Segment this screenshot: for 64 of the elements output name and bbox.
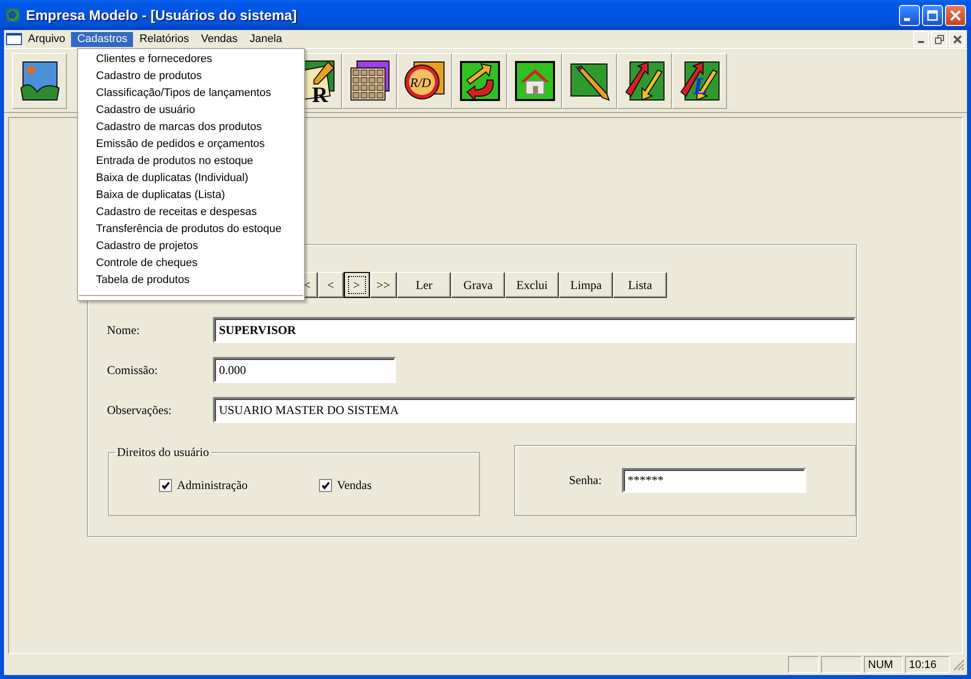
toolbar-button[interactable] [452, 53, 507, 109]
close-button[interactable] [945, 4, 966, 26]
close-button[interactable] [949, 31, 965, 47]
field-label: Comissão: [106, 362, 159, 378]
close-icon [950, 10, 961, 20]
field-label: Observações: [106, 402, 173, 418]
checkbox[interactable] [159, 479, 172, 492]
toolbar-button[interactable] [507, 53, 562, 109]
toolbar-button[interactable] [342, 53, 397, 109]
resize-grip-icon [952, 658, 965, 670]
field-label: Nome: [106, 322, 141, 338]
nav-button[interactable]: < [318, 272, 344, 298]
status-panel: NUM [864, 656, 903, 672]
status-panel [788, 656, 819, 672]
minimize-button[interactable] [899, 4, 920, 26]
nav-button[interactable]: > [344, 272, 370, 298]
restore-icon [934, 34, 944, 44]
text-field[interactable]: USUARIO MASTER DO SISTEMA [213, 397, 856, 423]
nav-button[interactable]: >> [370, 272, 398, 298]
checkbox[interactable] [319, 479, 332, 492]
app-icon [5, 7, 21, 23]
maximize-button[interactable] [922, 4, 943, 26]
minimize-button[interactable] [913, 31, 929, 47]
menu-item[interactable]: Cadastro de projetos [78, 238, 304, 255]
text-field[interactable]: 0.000 [213, 357, 396, 383]
toolbar-button[interactable] [12, 53, 67, 109]
nav-button[interactable]: Ler [397, 272, 452, 298]
toolbar-button[interactable] [617, 53, 672, 109]
minimize-icon [904, 18, 910, 20]
password-field[interactable]: ****** [622, 468, 806, 493]
menu-item[interactable]: Relatórios [133, 32, 195, 46]
check-icon [161, 481, 170, 490]
menu-item[interactable]: Cadastro de receitas e despesas [78, 204, 304, 221]
check-icon [321, 481, 330, 490]
checkbox-label: Administração [177, 478, 248, 493]
status-panel [821, 656, 862, 672]
menu-item[interactable]: Tabela de produtos [78, 272, 304, 289]
nav-button[interactable]: Lista [613, 272, 668, 298]
document-icon [6, 33, 22, 45]
minimize-icon [918, 41, 924, 43]
menu-item[interactable]: Emissão de pedidos e orçamentos [78, 136, 304, 153]
nav-button[interactable]: Exclui [505, 272, 560, 298]
toolbar-button[interactable] [562, 53, 617, 109]
close-icon [952, 34, 962, 44]
field-label: Senha: [569, 473, 602, 488]
maximize-icon [927, 10, 938, 20]
menu-item[interactable]: Entrada de produtos no estoque [78, 153, 304, 170]
text-field[interactable]: SUPERVISOR [213, 317, 856, 343]
menu-item[interactable]: Transferência de produtos do estoque [78, 221, 304, 238]
checkbox-label: Vendas [337, 478, 372, 493]
menu-item[interactable]: Cadastros [71, 32, 134, 46]
window-title: Empresa Modelo - [Usuários do sistema] [26, 7, 298, 23]
menu-item[interactable]: Janela [244, 32, 288, 46]
menu-item[interactable]: Arquivo [22, 32, 72, 46]
nav-button[interactable]: Grava [451, 272, 506, 298]
group-title: Direitos do usuário [116, 445, 210, 460]
menu-item[interactable]: Baixa de duplicatas (Individual) [78, 170, 304, 187]
menu-item[interactable]: Vendas [194, 32, 244, 46]
menu-item[interactable]: Cadastro de marcas dos produtos [78, 119, 304, 136]
menu-item[interactable]: Controle de cheques [78, 255, 304, 272]
status-panel: 10:16 [905, 656, 950, 672]
nav-button[interactable]: Limpa [559, 272, 614, 298]
menu-item[interactable]: Baixa de duplicatas (Lista) [78, 187, 304, 204]
restore-button[interactable] [931, 31, 947, 47]
